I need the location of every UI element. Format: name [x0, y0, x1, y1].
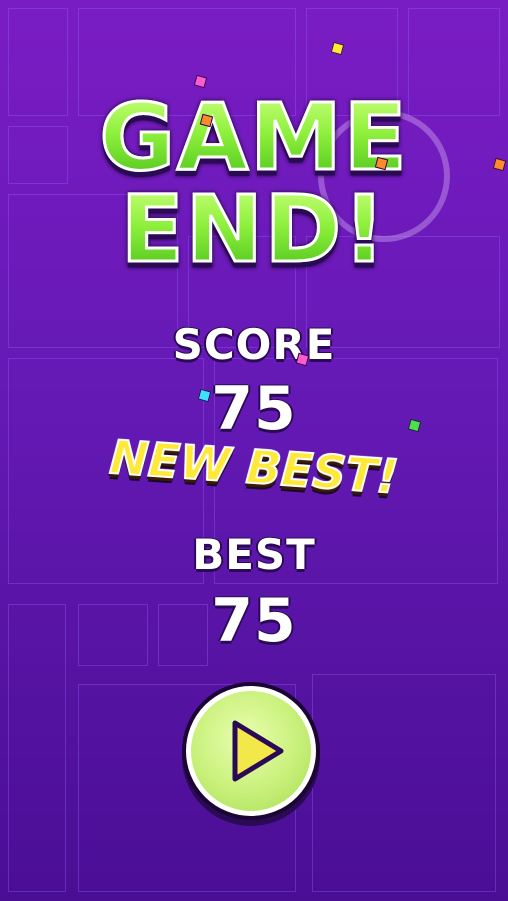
title-game: GAME: [0, 90, 508, 185]
play-icon: [232, 720, 284, 782]
score-label: SCORE: [172, 320, 336, 369]
best-label: BEST: [192, 530, 316, 579]
best-value: 75: [211, 586, 297, 656]
title-end: END!: [0, 182, 508, 277]
play-button[interactable]: [186, 686, 316, 816]
